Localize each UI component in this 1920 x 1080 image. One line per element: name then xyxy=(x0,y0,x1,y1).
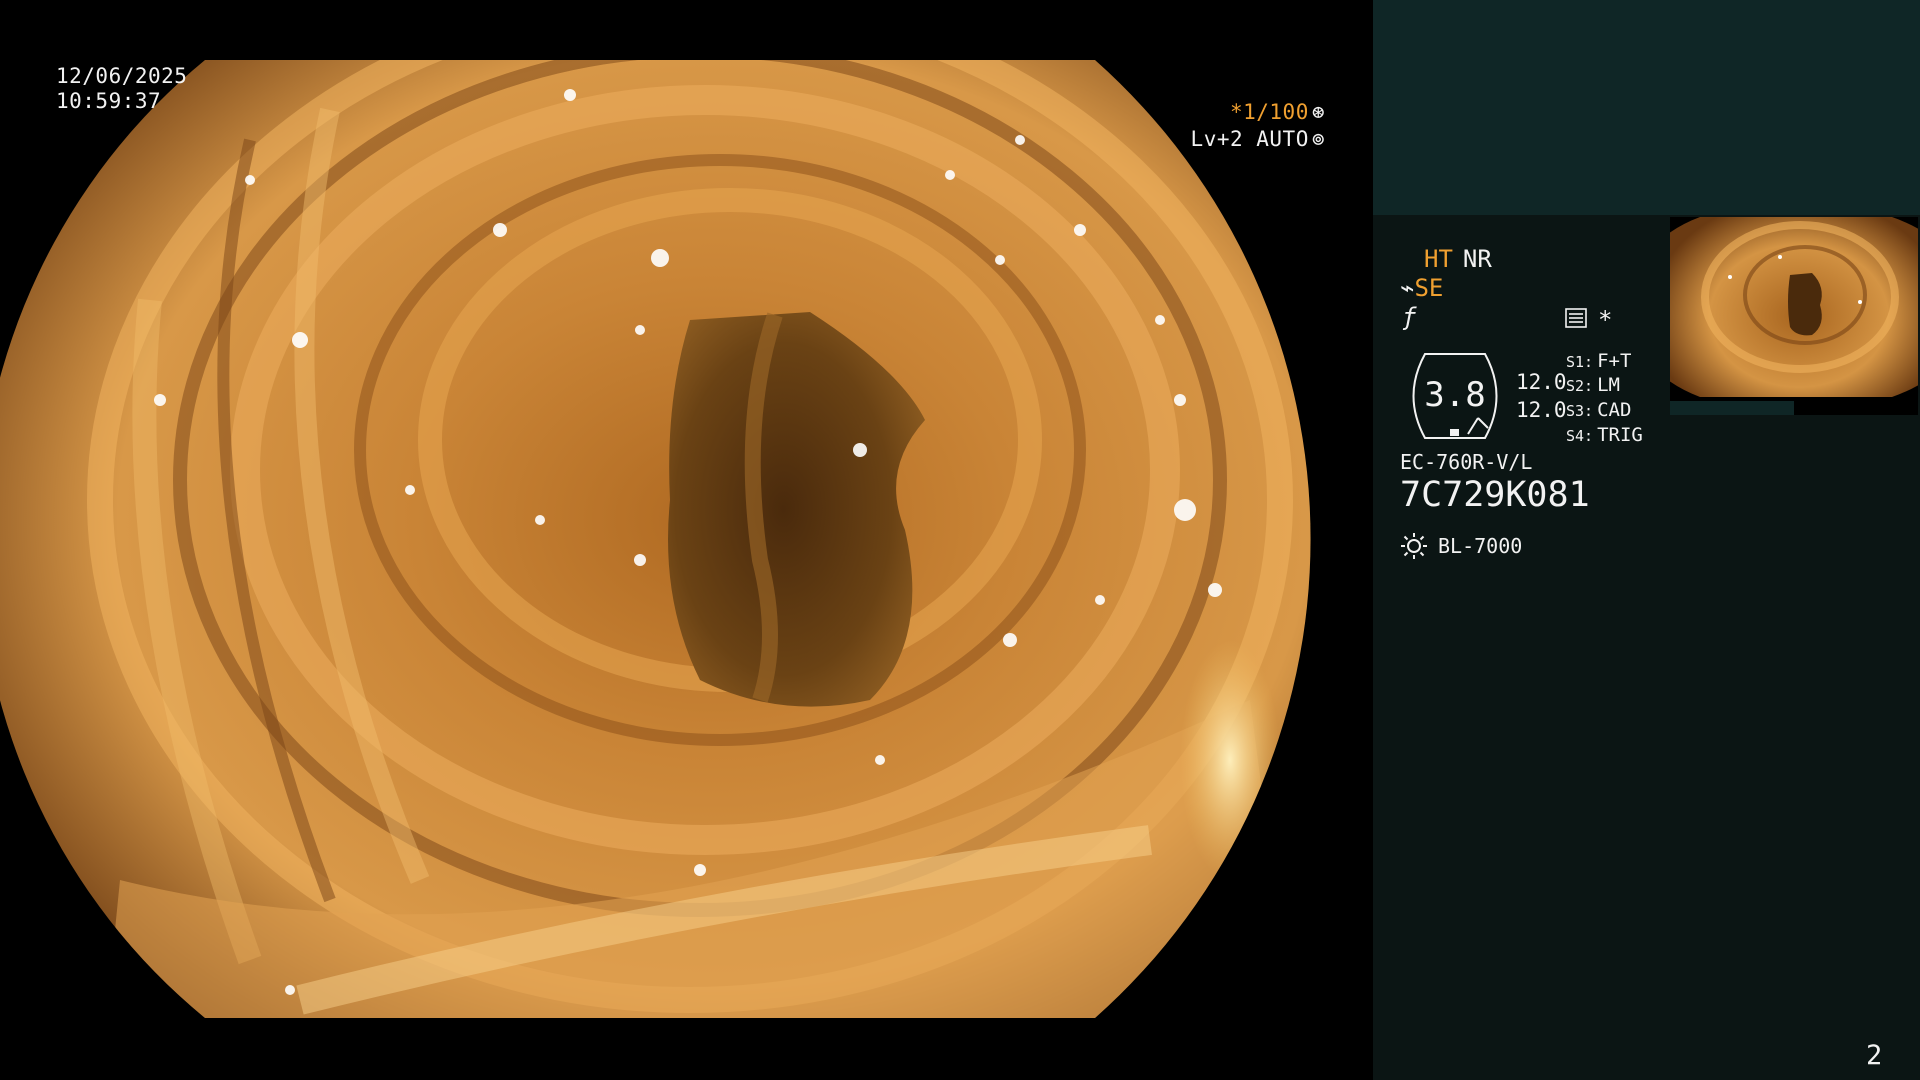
time-display: 10:59:37 xyxy=(56,89,162,113)
page-number: 2 xyxy=(1866,1040,1883,1071)
date-display: 12/06/2025 xyxy=(56,64,188,88)
enhance-icon: ⌁ xyxy=(1400,274,1415,302)
panel-header-area xyxy=(1373,0,1920,215)
setting-value-b: 12.0 xyxy=(1516,398,1567,422)
shutter-speed-indicator: *1/100 ⊛ xyxy=(1230,100,1325,124)
shutter-speed-value: *1/100 xyxy=(1229,100,1309,124)
light-bulb-icon xyxy=(1401,533,1427,559)
switch-assignment-1: S1: F+T xyxy=(1566,350,1632,372)
scope-model: EC-760R-V/L xyxy=(1400,450,1533,474)
iris-icon: ⊚ xyxy=(1311,127,1325,151)
captured-image-thumbnail[interactable] xyxy=(1670,217,1918,415)
switch-assignment-3: S3: CAD xyxy=(1566,399,1632,421)
iris-mode-indicator: Lv+2 AUTO ⊚ xyxy=(1191,127,1325,151)
endoscopic-image xyxy=(0,60,1311,1018)
zoom-value: 3.8 xyxy=(1424,375,1486,415)
switch-assignment-2: S2: LM xyxy=(1566,374,1620,396)
light-source-model: BL-7000 xyxy=(1438,534,1523,558)
setting-value-a: 12.0 xyxy=(1516,370,1567,394)
ht-nr-row: HT NR xyxy=(1424,245,1492,273)
star-mark: * xyxy=(1598,306,1613,334)
aperture-icon: ⊛ xyxy=(1311,100,1325,124)
se-label: SE xyxy=(1414,274,1444,302)
structure-enhance-row: ⌁SE xyxy=(1400,274,1443,302)
iris-mode-value: Lv+2 AUTO xyxy=(1190,127,1309,151)
switch-assignment-4: S4: TRIG xyxy=(1566,424,1643,446)
nr-label: NR xyxy=(1462,245,1492,273)
endoscopy-screen: 12/06/2025 10:59:37 *1/100 ⊛ Lv+2 AUTO ⊚ H… xyxy=(0,0,1920,1080)
ht-label: HT xyxy=(1424,245,1453,273)
function-icon: ƒ xyxy=(1402,303,1417,331)
menu-icon xyxy=(1565,308,1587,328)
main-endoscopic-view: 12/06/2025 10:59:37 *1/100 ⊛ Lv+2 AUTO ⊚ xyxy=(0,0,1373,1080)
scope-serial-number: 7C729K081 xyxy=(1400,475,1590,515)
